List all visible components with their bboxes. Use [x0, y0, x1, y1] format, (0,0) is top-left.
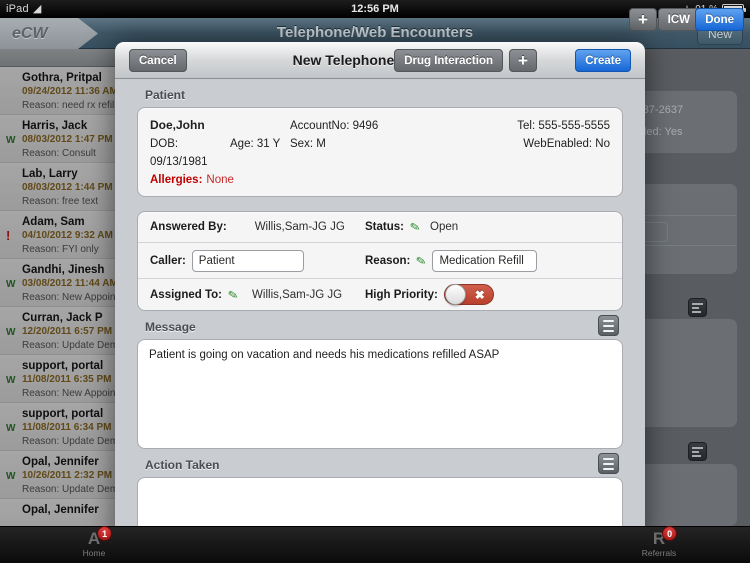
patient-sex: Sex: M [290, 138, 326, 150]
answered-by-value: Willis,Sam-JG JG [254, 221, 345, 233]
reason-label: Reason: [365, 254, 411, 267]
assigned-to-value: Willis,Sam-JG JG [252, 288, 343, 301]
referrals-icon: R 0 [653, 526, 678, 549]
toggle-off-x-icon: ✖ [474, 287, 485, 302]
patient-row-primary: Doe,John AccountNo: 9496 Tel: 555-555-55… [150, 116, 610, 135]
action-section-label: Action Taken [145, 458, 220, 472]
edit-pencil-icon[interactable]: ✎ [415, 253, 428, 269]
reason-group: Reason: ✎ Medication Refill [365, 249, 622, 272]
caller-input[interactable]: Patient [191, 249, 304, 272]
action-template-icon[interactable] [598, 452, 619, 474]
background-add-button[interactable]: + [629, 8, 657, 31]
patient-web-enabled: WebEnabled: No [523, 138, 610, 150]
background-add-label: + [638, 9, 648, 29]
message-section-header: Message [137, 311, 623, 339]
tab-referrals-label: Referrals [641, 548, 677, 558]
status-value: Open [430, 221, 459, 233]
create-button[interactable]: Create [575, 49, 631, 72]
home-badge: 1 [97, 526, 113, 541]
caller-input-value: Patient [198, 254, 235, 267]
answered-by-label: Answered By: [150, 221, 227, 233]
tab-referrals[interactable]: R 0 Referrals [623, 526, 695, 558]
allergies-value: None [206, 174, 234, 186]
background-icw-label: ICW [667, 13, 690, 26]
form-row-caller: Caller: Patient Reason: ✎ Medication Ref… [138, 243, 622, 279]
patient-card: Doe,John AccountNo: 9496 Tel: 555-555-55… [137, 107, 623, 197]
reason-input-value: Medication Refill [439, 254, 524, 267]
edit-pencil-icon[interactable]: ✎ [409, 219, 422, 235]
background-done-button[interactable]: Done [695, 8, 744, 31]
message-section-label: Message [145, 320, 196, 334]
form-row-answered-by: Answered By: Willis,Sam-JG JG Status: ✎ … [138, 212, 622, 243]
patient-row-secondary: DOB: 09/13/1981 Age: 31 Y Sex: M WebEnab… [150, 135, 610, 171]
message-textarea[interactable]: Patient is going on vacation and needs h… [137, 339, 623, 449]
edit-pencil-icon[interactable]: ✎ [227, 287, 240, 303]
message-template-icon[interactable] [598, 314, 619, 336]
answered-by-group: Answered By: Willis,Sam-JG JG [150, 221, 365, 233]
modal-title: New Telephone Encounter [292, 52, 468, 68]
reason-input[interactable]: Medication Refill [432, 249, 538, 272]
caller-label: Caller: [150, 254, 186, 267]
background-done-label: Done [705, 13, 734, 26]
assigned-to-group: Assigned To: ✎ Willis,Sam-JG JG [150, 287, 365, 303]
modal-body: Patient Doe,John AccountNo: 9496 Tel: 55… [115, 79, 645, 546]
form-row-assigned-to: Assigned To: ✎ Willis,Sam-JG JG High Pri… [138, 279, 622, 310]
message-text: Patient is going on vacation and needs h… [149, 349, 500, 361]
drug-interaction-label: Drug Interaction [404, 54, 493, 67]
home-icon: A 1 [88, 526, 113, 549]
patient-section-label: Patient [145, 88, 186, 102]
status-group: Status: ✎ Open [365, 219, 622, 235]
create-button-label: Create [585, 54, 621, 67]
modal-toolbar: Cancel New Telephone Encounter Drug Inte… [115, 42, 645, 79]
high-priority-group: High Priority: ✖ [365, 284, 622, 305]
caller-group: Caller: Patient [150, 249, 365, 272]
action-section-header: Action Taken [137, 449, 623, 477]
tab-home[interactable]: A 1 Home [58, 526, 130, 558]
ipad-screen: iPad ◢ 12:56 PM ⚶ 91 % eCW Telephone/Web… [0, 0, 750, 563]
status-label: Status: [365, 221, 404, 233]
patient-row-allergies: Allergies: None [150, 171, 610, 189]
assigned-to-label: Assigned To: [150, 288, 222, 301]
new-telephone-encounter-modal: Cancel New Telephone Encounter Drug Inte… [115, 42, 645, 546]
bottom-tab-bar: A 1 Home R 0 Referrals [0, 526, 750, 563]
drug-interaction-button[interactable]: Drug Interaction [394, 49, 503, 72]
tab-home-label: Home [82, 548, 106, 558]
patient-account-no: AccountNo: 9496 [290, 120, 379, 132]
patient-dob: DOB: 09/13/1981 [150, 138, 208, 168]
referrals-badge: 0 [662, 526, 678, 541]
encounter-form-card: Answered By: Willis,Sam-JG JG Status: ✎ … [137, 211, 623, 311]
background-icw-button[interactable]: ICW [657, 8, 700, 31]
add-button[interactable]: + [509, 49, 537, 72]
allergies-label: Allergies: [150, 174, 203, 186]
high-priority-toggle[interactable]: ✖ [443, 284, 494, 305]
patient-name: Doe,John [150, 118, 205, 132]
patient-age: Age: 31 Y [230, 138, 281, 150]
toggle-knob[interactable] [444, 284, 466, 305]
high-priority-label: High Priority: [365, 288, 438, 301]
patient-telephone: Tel: 555-555-5555 [517, 120, 610, 132]
plus-icon: + [518, 50, 528, 70]
